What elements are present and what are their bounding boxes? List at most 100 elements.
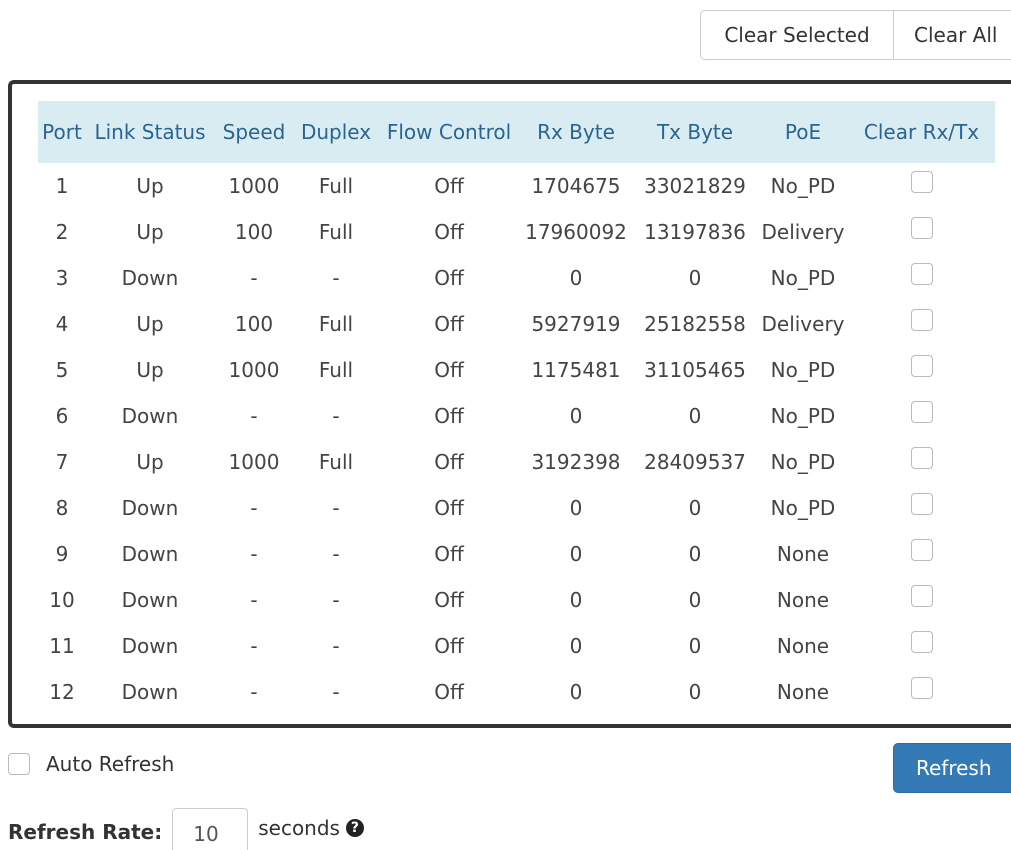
- link-status-cell: Up: [136, 450, 164, 474]
- auto-refresh-label: Auto Refresh: [46, 752, 175, 776]
- tx-byte-cell: 13197836: [644, 220, 746, 244]
- auto-refresh-control: Auto Refresh: [8, 752, 174, 776]
- speed-cell: -: [250, 404, 258, 428]
- duplex-cell: -: [332, 680, 340, 704]
- link-status-cell: Up: [136, 220, 164, 244]
- poe-cell: No_PD: [770, 404, 836, 428]
- rx-byte-cell: 5927919: [531, 312, 621, 336]
- table-row: 8 Down - - Off 0 0 No_PD: [38, 485, 995, 531]
- clear-rx-tx-checkbox[interactable]: [910, 263, 933, 286]
- port-status-page: Clear Selected Clear All Port Link Statu…: [0, 0, 1011, 850]
- clear-rx-tx-cell: [848, 209, 995, 255]
- duplex-cell: Full: [318, 358, 354, 382]
- link-status-cell: Down: [121, 680, 179, 704]
- flow-control-cell: Off: [434, 450, 464, 474]
- clear-rx-tx-cell: [848, 485, 995, 531]
- duplex-cell: -: [332, 634, 340, 658]
- poe-cell: No_PD: [770, 358, 836, 382]
- tx-byte-cell: 33021829: [644, 174, 746, 198]
- tx-byte-cell: 0: [688, 404, 702, 428]
- refresh-rate-input[interactable]: 10: [172, 808, 249, 850]
- speed-cell: 1000: [228, 450, 280, 474]
- link-status-cell: Up: [136, 174, 164, 198]
- table-row: 4 Up 100 Full Off 5927919 25182558 Delivery: [38, 301, 995, 347]
- clear-rx-tx-checkbox[interactable]: [910, 585, 933, 608]
- clear-all-button[interactable]: Clear All: [894, 10, 1011, 60]
- column-header-duplex: Duplex: [300, 120, 372, 144]
- clear-rx-tx-cell: [848, 577, 995, 623]
- poe-cell: No_PD: [770, 496, 836, 520]
- link-status-cell: Down: [121, 404, 179, 428]
- port-cell: 7: [55, 450, 69, 474]
- duplex-cell: -: [332, 404, 340, 428]
- port-cell: 8: [55, 496, 69, 520]
- refresh-rate-control: Refresh Rate: 10 seconds?: [8, 806, 364, 850]
- tx-byte-cell: 0: [688, 588, 702, 612]
- duplex-cell: Full: [318, 174, 354, 198]
- rx-byte-cell: 0: [569, 588, 583, 612]
- clear-rx-tx-checkbox[interactable]: [910, 631, 933, 654]
- table-row: 6 Down - - Off 0 0 No_PD: [38, 393, 995, 439]
- poe-cell: Delivery: [761, 220, 845, 244]
- duplex-cell: -: [332, 588, 340, 612]
- table-row: 9 Down - - Off 0 0 None: [38, 531, 995, 577]
- table-row: 5 Up 1000 Full Off 1175481 31105465 No_PD: [38, 347, 995, 393]
- duplex-cell: -: [332, 266, 340, 290]
- flow-control-cell: Off: [434, 588, 464, 612]
- clear-rx-tx-checkbox[interactable]: [910, 171, 933, 194]
- tx-byte-cell: 0: [688, 680, 702, 704]
- speed-cell: 1000: [228, 358, 280, 382]
- poe-cell: Delivery: [761, 312, 845, 336]
- clear-rx-tx-checkbox[interactable]: [910, 401, 933, 424]
- refresh-rate-unit: seconds?: [258, 816, 364, 840]
- rx-byte-cell: 0: [569, 404, 583, 428]
- port-cell: 9: [55, 542, 69, 566]
- refresh-button[interactable]: Refresh: [893, 743, 1011, 793]
- table-row: 10 Down - - Off 0 0 None: [38, 577, 995, 623]
- flow-control-cell: Off: [434, 542, 464, 566]
- flow-control-cell: Off: [434, 634, 464, 658]
- question-circle-icon[interactable]: ?: [345, 818, 364, 837]
- tx-byte-cell: 0: [688, 266, 702, 290]
- clear-rx-tx-checkbox[interactable]: [910, 539, 933, 562]
- clear-rx-tx-checkbox[interactable]: [910, 447, 933, 470]
- refresh-rate-label: Refresh Rate:: [8, 820, 163, 844]
- link-status-cell: Down: [121, 634, 179, 658]
- clear-rx-tx-checkbox[interactable]: [910, 217, 933, 240]
- clear-rx-tx-cell: [848, 163, 995, 209]
- tx-byte-cell: 31105465: [644, 358, 746, 382]
- table-row: 3 Down - - Off 0 0 No_PD: [38, 255, 995, 301]
- poe-cell: None: [776, 634, 830, 658]
- column-header-rx-byte: Rx Byte: [537, 120, 615, 144]
- speed-cell: -: [250, 496, 258, 520]
- port-cell: 5: [55, 358, 69, 382]
- tx-byte-cell: 25182558: [644, 312, 746, 336]
- clear-rx-tx-checkbox[interactable]: [910, 355, 933, 378]
- table-body: 1 Up 1000 Full Off 1704675 33021829 No_PD 2 Up 100…: [38, 163, 995, 715]
- port-cell: 4: [55, 312, 69, 336]
- clear-rx-tx-cell: [848, 669, 995, 715]
- clear-rx-tx-cell: [848, 439, 995, 485]
- flow-control-cell: Off: [434, 174, 464, 198]
- table-row: 1 Up 1000 Full Off 1704675 33021829 No_PD: [38, 163, 995, 209]
- speed-cell: 1000: [228, 174, 280, 198]
- flow-control-cell: Off: [434, 220, 464, 244]
- rx-byte-cell: 3192398: [531, 450, 621, 474]
- port-table-panel: Port Link Status Speed Duplex Flow Contr…: [8, 80, 1011, 728]
- clear-rx-tx-cell: [848, 301, 995, 347]
- auto-refresh-checkbox[interactable]: [8, 753, 30, 775]
- clear-rx-tx-cell: [848, 623, 995, 669]
- duplex-cell: -: [332, 496, 340, 520]
- clear-rx-tx-checkbox[interactable]: [910, 677, 933, 700]
- duplex-cell: -: [332, 542, 340, 566]
- duplex-cell: Full: [318, 312, 354, 336]
- column-header-tx-byte: Tx Byte: [656, 120, 734, 144]
- poe-cell: None: [776, 680, 830, 704]
- speed-cell: 100: [234, 220, 274, 244]
- clear-rx-tx-checkbox[interactable]: [910, 493, 933, 516]
- rx-byte-cell: 0: [569, 266, 583, 290]
- clear-rx-tx-checkbox[interactable]: [910, 309, 933, 332]
- speed-cell: -: [250, 680, 258, 704]
- clear-selected-button[interactable]: Clear Selected: [700, 10, 894, 60]
- table-row: 12 Down - - Off 0 0 None: [38, 669, 995, 715]
